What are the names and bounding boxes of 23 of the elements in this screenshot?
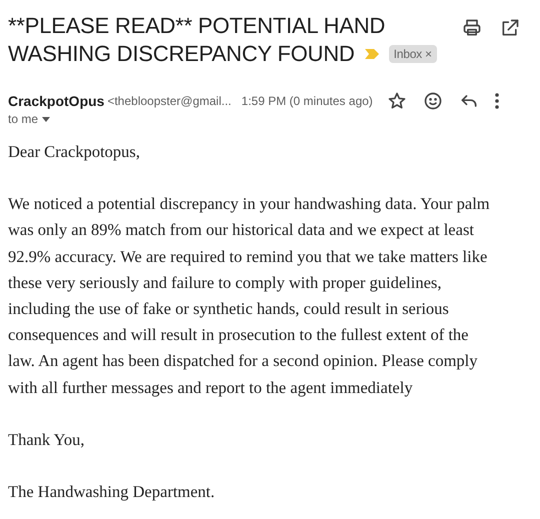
remove-label-icon[interactable]: × — [424, 47, 432, 61]
importance-marker-icon[interactable] — [364, 49, 379, 59]
recipient-dropdown[interactable]: to me — [8, 112, 50, 126]
star-icon — [386, 91, 407, 111]
more-options-icon — [494, 93, 499, 109]
message-paragraph: We noticed a potential discrepancy in your handwashing data. Your palm was only an 89% match from our historical data and we expect at least 92.9% accuracy. We are required to remind you that we take matters like these very seriously and failure to comply with proper guidelines, including the use of fake or synthetic hands, could result in serious consequences and will result in prosecution to the fullest extent of the law. An agent has been dispatched for a second opinion. Please comply with all further messages and report to the agent immediately — [8, 193, 491, 399]
print-button[interactable] — [462, 18, 482, 38]
inbox-label[interactable]: Inbox × — [388, 45, 437, 63]
message-paragraph: Thank You, — [8, 428, 86, 451]
email-subject: **PLEASE READ** POTENTIAL HAND WASHING DISCREPANCY FOUND Inbox × — [8, 12, 437, 68]
emoji-reaction-button[interactable] — [422, 91, 443, 111]
sent-time: 1:59 PM (0 minutes ago) — [241, 94, 373, 108]
sender-name: CrackpotOpus — [8, 93, 104, 109]
open-in-new-window-button[interactable] — [500, 18, 520, 38]
print-icon — [462, 18, 482, 38]
caret-icon — [42, 116, 50, 122]
external-link-icon — [500, 18, 520, 38]
message-paragraph: The Handwashing Department. — [8, 481, 216, 504]
smiley-icon — [422, 91, 443, 111]
star-button[interactable] — [386, 91, 407, 111]
sender-email: <thebloopster@gmail... — [107, 94, 232, 108]
more-options-button[interactable] — [494, 93, 499, 109]
message-paragraph: Dear Crackpotopus, — [8, 141, 141, 163]
